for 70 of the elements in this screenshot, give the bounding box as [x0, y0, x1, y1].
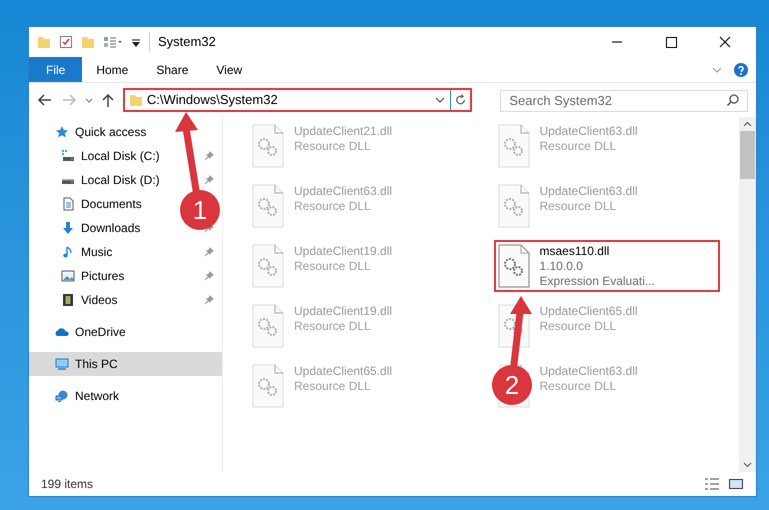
ribbon-tab[interactable]: Share — [142, 57, 202, 82]
search-icon — [726, 93, 740, 107]
dropdown-icon[interactable] — [434, 95, 446, 105]
nav-item[interactable]: OneDrive — [75, 323, 126, 341]
nav-item[interactable]: Music — [81, 243, 112, 261]
file-detail: Resource DLL — [294, 319, 372, 334]
file-name: UpdateClient63.dll — [540, 364, 638, 379]
address-bar[interactable]: C:\Windows\System32 — [122, 88, 472, 112]
pin-icon[interactable] — [204, 247, 214, 257]
nav-item[interactable]: Local Disk (C:) — [81, 147, 160, 165]
file-detail: 1.10.0.0 — [540, 259, 584, 274]
file-detail: Resource DLL — [294, 139, 372, 154]
nav-item[interactable]: Pictures — [81, 267, 124, 285]
file-name: UpdateClient63.dll — [294, 184, 392, 199]
expand-ribbon-icon[interactable] — [712, 66, 722, 74]
view-list-icon[interactable] — [103, 35, 123, 49]
scroll-thumb[interactable] — [740, 131, 755, 179]
file-name: UpdateClient63.dll — [540, 184, 638, 199]
nav-item[interactable]: Network — [75, 387, 120, 405]
file-detail: Resource DLL — [294, 259, 372, 274]
down-arrow-icon — [61, 221, 75, 235]
up-icon[interactable] — [100, 92, 115, 108]
large-icons-view-icon[interactable] — [728, 477, 744, 491]
file-detail: Resource DLL — [540, 199, 618, 214]
star-icon — [55, 125, 69, 139]
search-field[interactable]: Search System32 — [500, 90, 748, 112]
file-name: msaes110.dll — [540, 244, 610, 259]
file-item[interactable]: msaes110.dll 1.10.0.0 Expression Evaluati... — [494, 240, 720, 292]
file-name: UpdateClient19.dll — [294, 244, 392, 259]
callout-arrow — [510, 296, 532, 368]
pin-icon[interactable] — [204, 151, 214, 161]
file-name: UpdateClient65.dll — [294, 364, 392, 379]
nav-item[interactable]: Local Disk (D:) — [81, 171, 160, 189]
item-count: 199 items — [41, 476, 94, 493]
nav-item[interactable]: This PC — [29, 352, 222, 376]
properties-icon[interactable] — [59, 35, 73, 49]
file-name: UpdateClient63.dll — [540, 124, 638, 139]
nav-item[interactable]: Documents — [81, 195, 142, 213]
folder-icon — [37, 35, 51, 49]
nav-item[interactable]: Quick access — [75, 123, 146, 141]
monitor-icon — [55, 357, 69, 371]
document-icon — [61, 197, 75, 211]
drive-icon — [61, 149, 75, 163]
dll-file-icon — [498, 244, 530, 288]
pin-icon[interactable] — [204, 271, 214, 281]
scrollbar[interactable] — [739, 117, 756, 472]
pin-icon[interactable] — [204, 295, 214, 305]
help-icon[interactable] — [734, 62, 748, 76]
file-detail: Resource DLL — [294, 379, 372, 394]
file-detail: Resource DLL — [540, 379, 618, 394]
file-detail: Resource DLL — [540, 319, 618, 334]
nav-item[interactable]: Downloads — [81, 219, 140, 237]
file-detail: Resource DLL — [540, 139, 618, 154]
pin-icon[interactable] — [204, 175, 214, 185]
ribbon-tab[interactable]: File — [29, 57, 82, 82]
file-detail: Resource DLL — [294, 199, 372, 214]
nav-item[interactable]: Videos — [81, 291, 118, 309]
picture-icon — [61, 269, 75, 283]
ribbon-tab[interactable]: View — [202, 57, 256, 82]
ribbon-tab[interactable]: Home — [82, 57, 142, 82]
file-detail: Expression Evaluati... — [540, 274, 655, 289]
file-name: UpdateClient21.dll — [294, 124, 392, 139]
window-title: System32 — [149, 32, 216, 52]
details-view-icon[interactable] — [704, 477, 720, 491]
folder-icon — [128, 93, 143, 107]
file-name: UpdateClient65.dll — [540, 304, 638, 319]
file-name: UpdateClient19.dll — [294, 304, 392, 319]
globe-icon — [55, 389, 69, 403]
back-icon[interactable] — [37, 93, 53, 107]
film-icon — [61, 293, 75, 307]
